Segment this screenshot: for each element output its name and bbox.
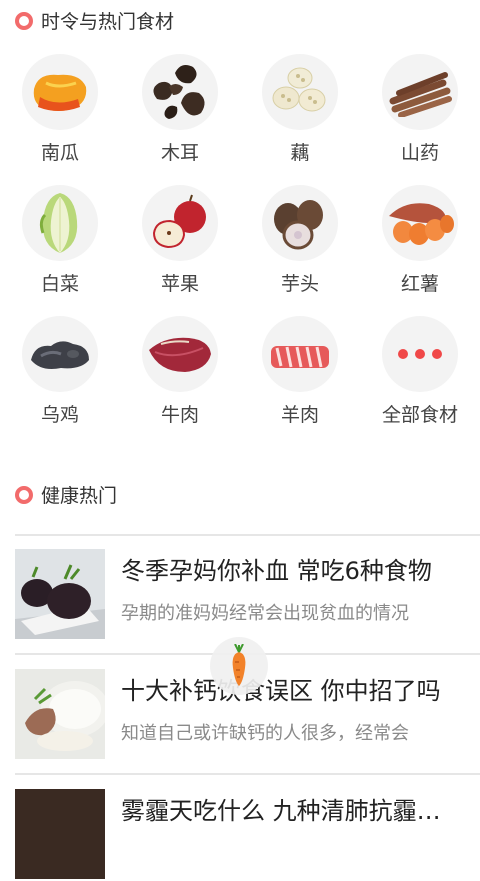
mutton-icon (262, 316, 338, 392)
ingredient-label: 木耳 (160, 142, 199, 164)
article-summary: 孕期的准妈妈经常会出现贫血的情况 (121, 603, 409, 624)
article-thumbnail (15, 789, 105, 879)
ingredient-taro[interactable]: 芋头 (240, 181, 360, 312)
ingredient-all[interactable]: 全部食材 (360, 312, 480, 443)
article-item[interactable]: 冬季孕妈你补血 常吃6种食物 孕期的准妈妈经常会出现贫血的情况 (15, 549, 480, 641)
ingredient-label: 乌鸡 (40, 404, 79, 426)
article-thumbnail (15, 549, 105, 639)
ingredient-label: 芋头 (280, 273, 319, 295)
article-title: 雾霾天吃什么 九种清肺抗霾食物 (121, 797, 461, 825)
ingredient-black-chicken[interactable]: 乌鸡 (0, 312, 120, 443)
more-dots-icon (382, 316, 458, 392)
wood-ear-icon (142, 54, 218, 130)
ingredient-beef[interactable]: 牛肉 (120, 312, 240, 443)
seasonal-section-title: 时令与热门食材 (41, 11, 175, 33)
ingredient-mutton[interactable]: 羊肉 (240, 312, 360, 443)
seasonal-section-header: 时令与热门食材 (15, 7, 174, 34)
beef-icon (142, 316, 218, 392)
article-title: 十大补钙饮食误区 你中招了吗 (121, 677, 441, 705)
article-item[interactable]: 雾霾天吃什么 九种清肺抗霾食物 (15, 789, 480, 881)
carrot-icon (232, 644, 246, 686)
health-section-header: 健康热门 (15, 481, 117, 508)
ingredient-lotus-root[interactable]: 藕 (240, 50, 360, 181)
pumpkin-icon (22, 54, 98, 130)
ingredient-yam[interactable]: 山药 (360, 50, 480, 181)
yam-icon (382, 54, 458, 130)
ingredient-label: 牛肉 (160, 404, 199, 426)
black-chicken-icon (22, 316, 98, 392)
lotus-root-icon (262, 54, 338, 130)
article-summary: 知道自己或许缺钙的人很多，经常会 (121, 723, 409, 744)
ingredient-label: 白菜 (40, 273, 79, 295)
ingredient-label: 羊肉 (280, 404, 319, 426)
cabbage-icon (22, 185, 98, 261)
health-section-title: 健康热门 (41, 485, 118, 507)
ingredient-label: 苹果 (160, 273, 199, 295)
ingredient-label: 南瓜 (40, 142, 79, 164)
divider (15, 773, 480, 775)
ingredient-apple[interactable]: 苹果 (120, 181, 240, 312)
article-title: 冬季孕妈你补血 常吃6种食物 (121, 557, 432, 585)
article-thumbnail (15, 669, 105, 759)
apple-icon (142, 185, 218, 261)
ingredient-label: 藕 (290, 142, 310, 164)
ingredient-label: 全部食材 (381, 404, 458, 426)
ingredient-wood-ear[interactable]: 木耳 (120, 50, 240, 181)
section-bullet-icon (15, 485, 33, 504)
ingredient-cabbage[interactable]: 白菜 (0, 181, 120, 312)
divider (15, 534, 480, 536)
float-carrot-button[interactable] (210, 637, 268, 695)
ingredient-label: 山药 (400, 142, 439, 164)
ingredient-sweet-potato[interactable]: 红薯 (360, 181, 480, 312)
ingredient-pumpkin[interactable]: 南瓜 (0, 50, 120, 181)
sweet-potato-icon (382, 185, 458, 261)
taro-icon (262, 185, 338, 261)
ingredient-label: 红薯 (400, 273, 439, 295)
section-bullet-icon (15, 11, 33, 30)
